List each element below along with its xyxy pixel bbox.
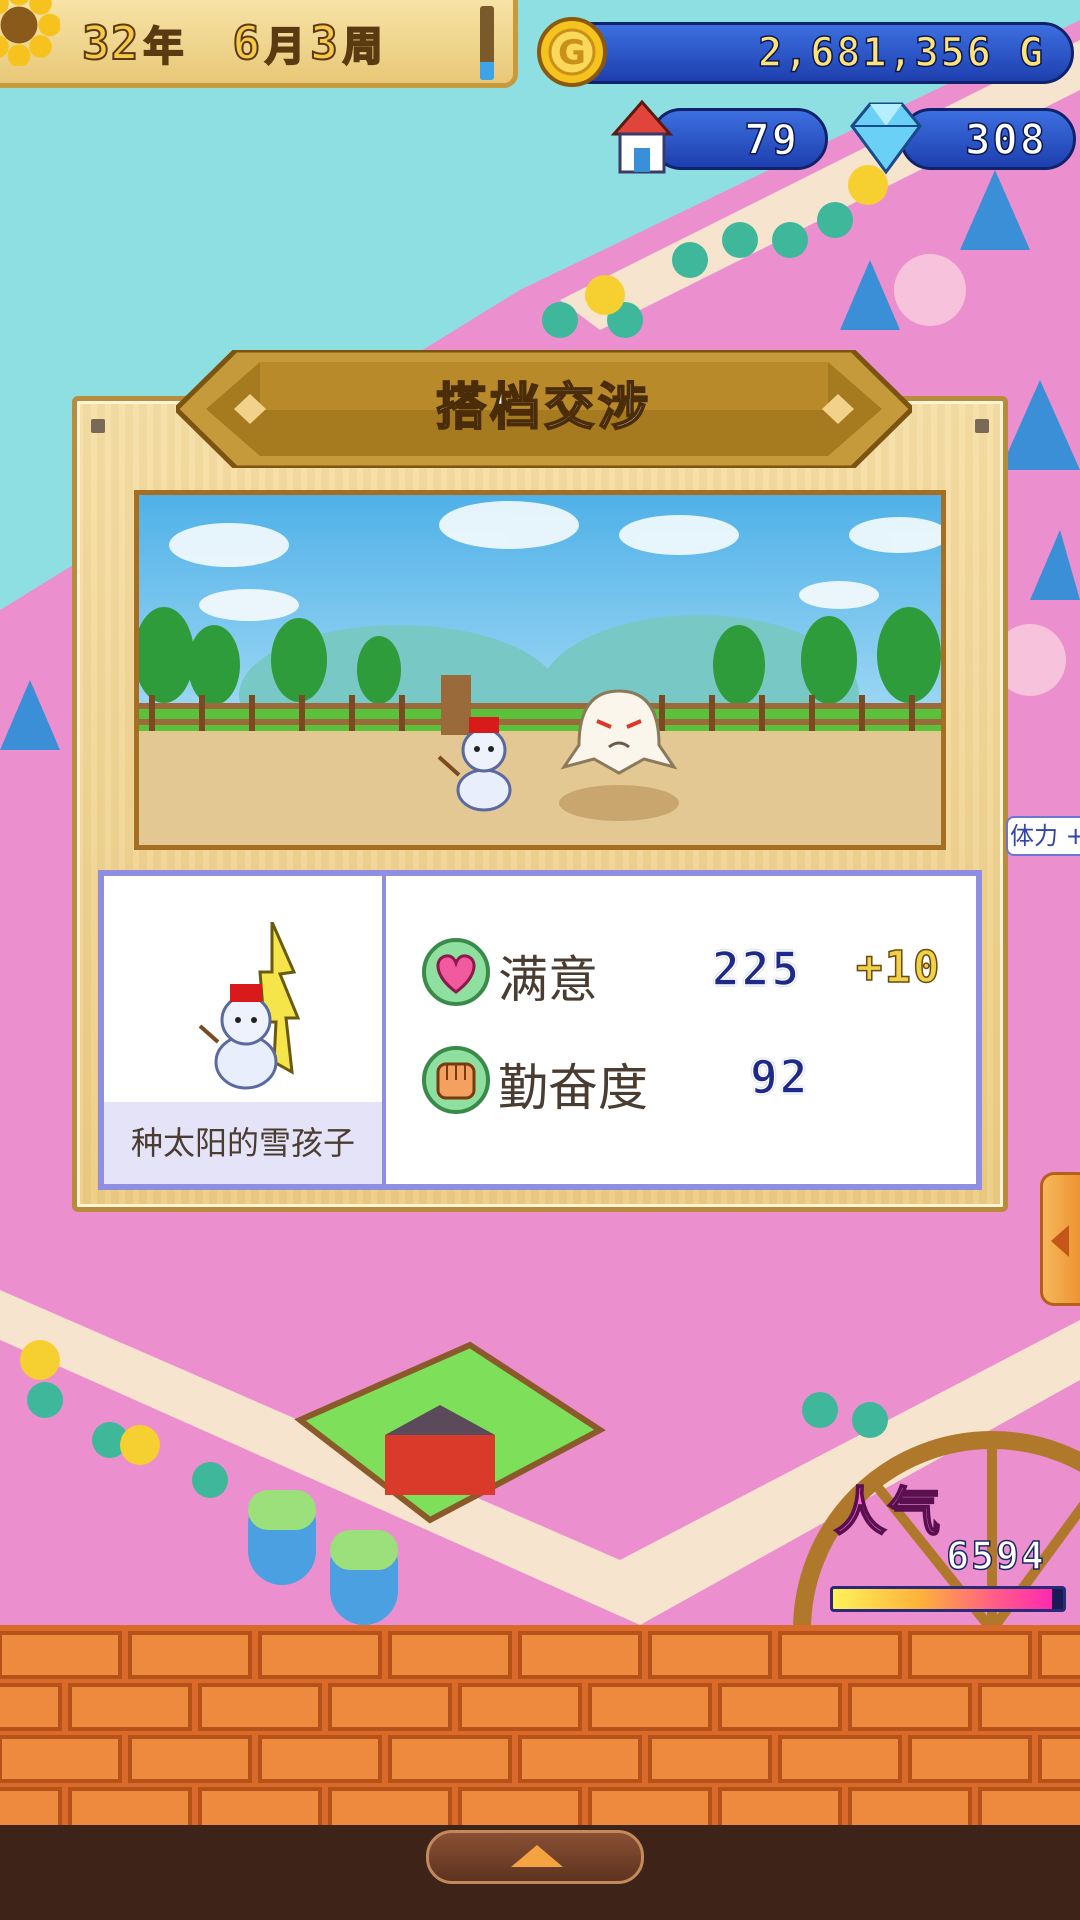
week-unit: 周 [342,23,384,71]
arrow-left-icon [1051,1225,1069,1257]
scene-illustration [139,495,941,845]
diligence-label: 勤奋度 [498,1059,648,1117]
brick-pattern [0,1625,1080,1835]
crystal-gem-icon [850,102,922,175]
partner-info-panel: 种太阳的雪孩子 满意 225 +10 勤奋度 92 [98,870,982,1190]
rivet [975,419,989,433]
character-card[interactable]: 种太阳的雪孩子 [104,876,386,1184]
satisfaction-bonus: +10 [855,941,942,994]
satisfaction-value: 225 [711,941,802,997]
stamina-tag[interactable]: 体力 + [1006,816,1080,856]
character-name: 种太阳的雪孩子 [104,1102,382,1184]
week-value: 3 [309,15,339,71]
date-panel: 32 年 6 月 3 周 [0,0,518,88]
gold-counter: 2,681,356 G [560,22,1074,84]
heart-icon [422,938,490,1006]
month-unit: 月 [264,23,307,71]
popularity-value: 6594 [945,1533,1046,1579]
week-progress-meter [480,6,494,80]
year-value: 32 [81,15,140,71]
battle-scene [134,490,946,850]
year-unit: 年 [142,23,185,71]
gold-coin-icon: G [537,17,607,87]
gem-counter: 308 [900,108,1076,170]
satisfaction-label: 满意 [498,951,598,1009]
dialog-title: 搭档交涉 [435,377,652,437]
house-icon [610,99,674,174]
arrow-up-icon [511,1845,563,1867]
side-menu-tab[interactable] [1040,1172,1080,1306]
snowman-with-lightning-icon [198,922,301,1090]
popularity-bar [830,1586,1066,1612]
diligence-value: 92 [749,1049,810,1105]
rivet [91,419,105,433]
popularity-label: 人气 [833,1482,943,1544]
expand-menu-button[interactable] [426,1830,644,1884]
svg-text:G: G [558,33,586,73]
date-display: 32 年 6 月 3 周 [81,14,384,72]
brick-wall-footer [0,1625,1080,1835]
sunflower-icon [0,0,60,66]
fist-icon [422,1046,490,1114]
month-value: 6 [231,15,262,71]
